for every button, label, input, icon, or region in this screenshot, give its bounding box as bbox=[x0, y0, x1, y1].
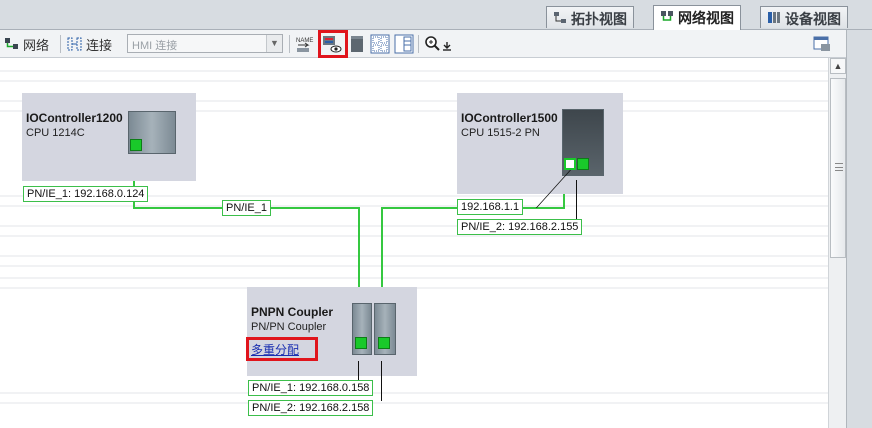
topology-icon bbox=[554, 12, 566, 23]
connector-line bbox=[576, 180, 577, 220]
device-name: IOController1500 bbox=[461, 111, 558, 125]
connect-button[interactable]: 连接 bbox=[67, 33, 112, 55]
device-pnpn-coupler[interactable]: PNPN Coupler PN/PN Coupler 多重分配 bbox=[247, 287, 417, 376]
profinet-port-2[interactable] bbox=[378, 337, 390, 349]
network-canvas[interactable]: IOController1200 CPU 1214C IOController1… bbox=[0, 58, 828, 428]
tab-topology-view[interactable]: 拓扑视图 bbox=[546, 6, 634, 28]
connection-type-value: HMI 连接 bbox=[132, 40, 178, 52]
connection-type-select[interactable]: HMI 连接 ▼ bbox=[127, 34, 283, 53]
profinet-port-x2[interactable] bbox=[577, 158, 589, 170]
highlight-multiple-assignment bbox=[246, 337, 318, 361]
port-address-label[interactable]: PN/IE_1: 192.168.0.158 bbox=[248, 380, 374, 396]
ip-address-label[interactable]: 192.168.1.1 bbox=[457, 199, 524, 215]
port-address-label[interactable]: PN/IE_2: 192.168.2.155 bbox=[457, 219, 583, 235]
device-name: PNPN Coupler bbox=[251, 305, 334, 319]
network-button-label: 网络 bbox=[23, 37, 50, 53]
vertical-scrollbar[interactable]: ▲ bbox=[828, 58, 846, 428]
tab-device-view[interactable]: 设备视图 bbox=[760, 6, 848, 28]
subnet-label[interactable]: PN/IE_1 bbox=[222, 200, 271, 216]
grip-icon bbox=[835, 163, 843, 171]
scroll-up-icon[interactable]: ▲ bbox=[830, 58, 846, 74]
tab-topology-label: 拓扑视图 bbox=[571, 11, 627, 27]
chevron-down-icon[interactable]: ▼ bbox=[266, 35, 282, 52]
device-iocontroller1200[interactable]: IOController1200 CPU 1214C bbox=[22, 93, 196, 181]
connector-line bbox=[358, 361, 359, 381]
svg-text:NAME: NAME bbox=[296, 38, 313, 44]
device-type: PN/PN Coupler bbox=[251, 321, 327, 333]
show-address-icon[interactable] bbox=[322, 34, 342, 54]
table-icon[interactable] bbox=[394, 34, 414, 54]
scrollbar-thumb[interactable] bbox=[830, 78, 846, 258]
connection-icon bbox=[67, 37, 82, 51]
device-iocontroller1500[interactable]: IOController1500 CPU 1515-2 PN bbox=[457, 93, 623, 194]
device-type: CPU 1515-2 PN bbox=[461, 127, 540, 139]
port-address-label[interactable]: PN/IE_2: 192.168.2.158 bbox=[248, 400, 374, 416]
toolbar-divider bbox=[418, 35, 419, 53]
device-view-icon bbox=[768, 12, 780, 23]
port-address-label[interactable]: PN/IE_1: 192.168.0.124 bbox=[23, 186, 149, 202]
tab-network-label: 网络视图 bbox=[678, 10, 734, 26]
side-panel-strip bbox=[846, 30, 872, 428]
device-name: IOController1200 bbox=[26, 111, 123, 125]
tab-network-view[interactable]: 网络视图 bbox=[653, 5, 741, 31]
network-view-window: 拓扑视图 网络视图 设备视图 网络 连接 HMI 连接 ▼ NAME IOCon… bbox=[0, 0, 872, 428]
profinet-port-1[interactable] bbox=[355, 337, 367, 349]
network-view-icon bbox=[661, 11, 673, 21]
connect-button-label: 连接 bbox=[86, 37, 113, 53]
network-button[interactable]: 网络 bbox=[4, 33, 49, 55]
module-icon[interactable] bbox=[347, 34, 367, 54]
toolbar-divider bbox=[289, 35, 290, 53]
toolbar: 网络 连接 HMI 连接 ▼ NAME bbox=[0, 30, 872, 58]
network-icon bbox=[5, 38, 18, 49]
window-toggle-icon[interactable] bbox=[812, 34, 832, 54]
profinet-port-x1[interactable] bbox=[564, 158, 576, 170]
view-tabs-bar: 拓扑视图 网络视图 设备视图 bbox=[0, 0, 872, 31]
grid-icon[interactable] bbox=[370, 34, 390, 54]
toolbar-divider bbox=[60, 35, 61, 53]
device-type: CPU 1214C bbox=[26, 127, 85, 139]
tab-device-label: 设备视图 bbox=[785, 11, 841, 27]
connector-line bbox=[381, 361, 382, 401]
name-icon[interactable]: NAME bbox=[295, 34, 315, 54]
profinet-port[interactable] bbox=[130, 139, 142, 151]
download-icon[interactable] bbox=[440, 34, 454, 54]
